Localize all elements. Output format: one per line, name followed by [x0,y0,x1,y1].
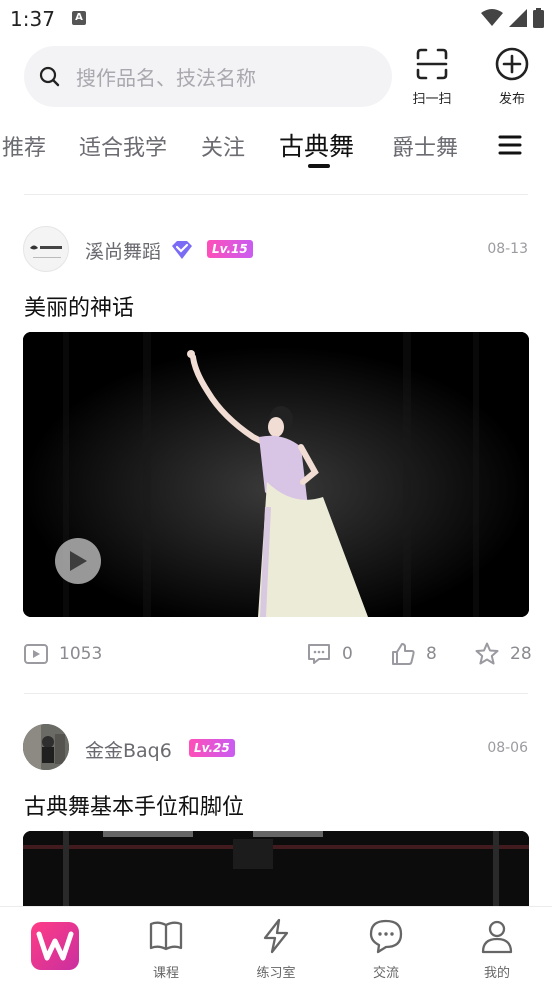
avatar[interactable] [23,724,69,770]
post-date: 08-13 [487,241,528,257]
post-title[interactable]: 美丽的神话 [24,290,134,322]
like-count: 8 [426,644,437,664]
post-stats: 1053 0 8 28 [0,641,552,671]
nav-item-practice-room[interactable]: 练习室 [241,917,311,981]
nav-item-home[interactable] [31,922,79,970]
favorite-count: 28 [510,644,532,664]
chat-icon [369,919,403,954]
verified-icon [171,240,193,260]
play-button[interactable] [55,538,101,584]
book-icon [149,921,183,951]
post-author[interactable]: 金金Baq6 [85,736,172,763]
battery-icon [533,8,544,28]
view-count: 1053 [23,641,102,667]
comment-count: 0 [342,644,353,664]
level-badge: Lv.25 [189,739,235,757]
tab-recommend[interactable]: 推荐 [2,130,46,162]
video-thumbnail[interactable] [23,332,529,617]
person-icon [481,920,513,954]
scan-button[interactable]: 扫一扫 [402,46,462,108]
add-circle-icon [495,47,529,81]
search-icon [38,65,62,89]
divider [24,693,528,694]
category-tabs: 推荐 适合我学 关注 古典舞 爵士舞 [0,120,552,170]
nav-item-profile[interactable]: 我的 [462,917,532,981]
thumbs-up-icon [392,643,415,665]
post-author[interactable]: 溪尚舞蹈 [85,237,161,264]
publish-label: 发布 [498,92,525,107]
tab-jazz-dance[interactable]: 爵士舞 [392,130,458,162]
post-date: 08-06 [487,740,528,756]
favorite-button[interactable]: 28 [474,641,532,667]
app-logo-icon [36,931,74,961]
nav-label: 交流 [372,966,399,981]
status-time: 1:37 [10,7,55,31]
nav-label: 课程 [152,966,179,981]
level-badge: Lv.15 [207,240,253,258]
tab-classical-dance[interactable]: 古典舞 [279,127,354,163]
tab-following[interactable]: 关注 [201,130,245,162]
status-bar: 1:37 A [0,0,552,38]
comment-button[interactable]: 0 [306,641,353,667]
dancer-image [23,332,529,617]
view-count-value: 1053 [59,644,103,664]
nav-label: 练习室 [256,966,296,981]
scan-icon [416,48,448,80]
active-tab-indicator [308,164,330,168]
lightning-icon [263,918,289,954]
notification-icon: A [72,11,86,25]
avatar[interactable] [23,226,69,272]
video-play-icon [24,644,48,664]
scan-label: 扫一扫 [412,92,452,107]
comment-icon [308,644,330,664]
star-icon [475,642,499,665]
divider [24,194,528,195]
play-icon [70,551,87,571]
like-button[interactable]: 8 [390,641,437,667]
nav-item-community[interactable]: 交流 [351,917,421,981]
nav-item-courses[interactable]: 课程 [131,917,201,981]
nav-label: 我的 [483,966,510,981]
bottom-navigation: 课程 练习室 交流 我的 [0,906,552,983]
menu-icon[interactable] [497,132,523,158]
post-title[interactable]: 古典舞基本手位和脚位 [24,789,244,821]
search-placeholder: 搜作品名、技法名称 [76,66,256,90]
publish-button[interactable]: 发布 [482,46,542,108]
tab-suitable-for-me[interactable]: 适合我学 [79,130,167,162]
wifi-icon [481,9,503,26]
signal-icon [509,9,527,27]
status-icons [481,8,544,28]
search-input[interactable]: 搜作品名、技法名称 [24,46,392,107]
